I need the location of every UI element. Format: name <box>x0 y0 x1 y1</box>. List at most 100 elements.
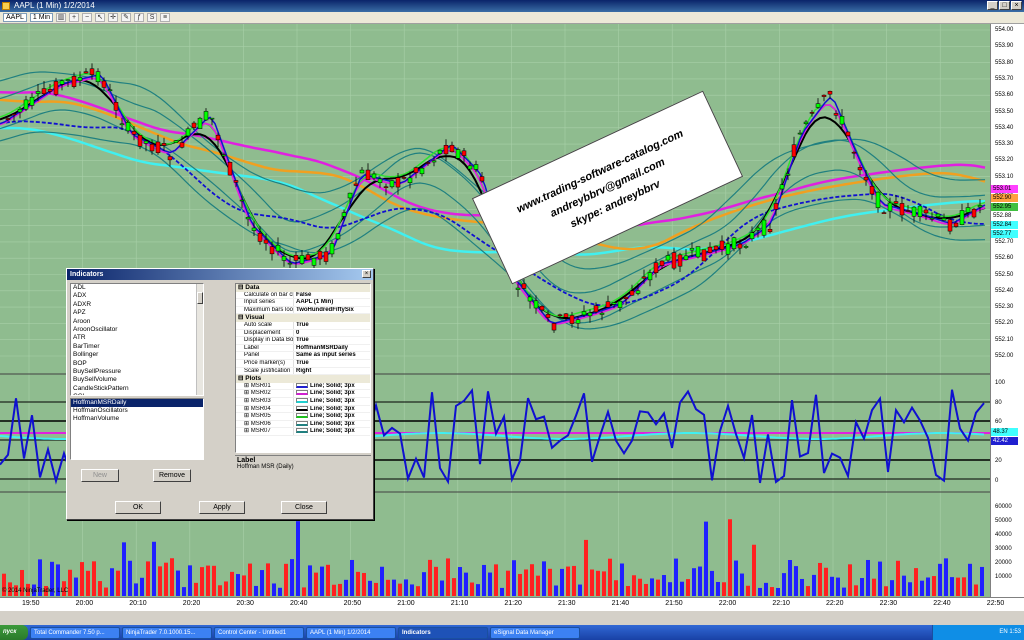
property-row[interactable]: ⊞ MSR07 Line; Solid; 3px <box>236 428 370 436</box>
property-value[interactable]: Line; Solid; 3px <box>294 397 370 405</box>
candle-body <box>941 218 947 221</box>
candle-body <box>977 205 983 208</box>
drawing-tools-icon[interactable]: ✎ <box>121 13 132 22</box>
maximize-button[interactable]: □ <box>999 1 1010 10</box>
available-indicators-list[interactable]: ADL ADX ADXR APZ Aroon AroonOscillator ATR BarT… <box>70 283 204 396</box>
volume-bar <box>692 568 696 596</box>
taskbar-button[interactable]: eSignal Data Manager <box>490 626 580 639</box>
zoom-in-icon[interactable]: + <box>69 13 80 22</box>
instrument-selector[interactable]: AAPL <box>3 13 27 22</box>
property-value[interactable]: Line; Solid; 3px <box>294 382 370 390</box>
property-row[interactable]: Input series AAPL (1 Min) <box>236 299 370 307</box>
indicators-icon[interactable]: ƒ <box>134 13 145 22</box>
configured-indicators-list[interactable]: HoffmanMSRDaily HoffmanOscillators Hoffman… <box>70 398 204 460</box>
indicator-list-item[interactable]: ADXR <box>71 301 203 309</box>
property-row[interactable]: ⊞ MSR06 Line; Solid; 3px <box>236 420 370 429</box>
crosshair-icon[interactable]: ✛ <box>108 13 119 22</box>
properties-grid[interactable]: ⊟ DataCalculate on bar closeFalseInput s… <box>235 283 371 453</box>
indicator-list-item[interactable]: BarTimer <box>71 343 203 351</box>
indicator-list-item[interactable]: CCI <box>71 393 203 395</box>
property-row[interactable]: Displacement 0 <box>236 329 370 338</box>
indicator-list-item[interactable]: Aroon <box>71 318 203 326</box>
price-tick-label: 552.30 <box>995 304 1014 311</box>
property-value[interactable]: Line; Solid; 3px <box>294 390 370 397</box>
property-row[interactable]: ⊞ MSR05 Line; Solid; 3px <box>236 413 370 421</box>
property-value[interactable]: Line; Solid; 3px <box>294 428 370 435</box>
volume-bar <box>392 579 396 596</box>
configured-indicator-item[interactable]: HoffmanMSRDaily <box>71 399 203 407</box>
property-row[interactable]: Panel Same as input series <box>236 352 370 360</box>
property-row[interactable]: Auto scale True <box>236 321 370 330</box>
taskbar-button[interactable]: Control Center - Untitled1 <box>214 626 304 639</box>
property-value[interactable]: Line; Solid; 3px <box>294 413 370 420</box>
property-row[interactable]: ⊞ MSR01 Line; Solid; 3px <box>236 382 370 391</box>
property-value[interactable]: Line; Solid; 3px <box>294 405 370 413</box>
indicator-list-item[interactable]: AroonOscillator <box>71 326 203 334</box>
configured-indicator-item[interactable]: HoffmanVolume <box>71 415 203 423</box>
remove-button[interactable]: Remove <box>153 469 191 482</box>
start-button[interactable]: пуск <box>0 625 28 640</box>
property-value[interactable]: 0 <box>294 330 370 337</box>
indicator-list-item[interactable]: BOP <box>71 360 203 368</box>
indicator-list-item[interactable]: ADL <box>71 284 203 292</box>
property-row[interactable]: Maximum bars look baTwoHundredFiftySix <box>236 306 370 315</box>
list-scrollbar[interactable] <box>196 284 203 395</box>
property-value[interactable]: True <box>294 360 370 367</box>
indicator-list-item[interactable]: Bollinger <box>71 351 203 359</box>
taskbar-button[interactable]: Total Commander 7.50 p... <box>30 626 120 639</box>
new-button[interactable]: New <box>81 469 119 482</box>
property-value[interactable]: Line; Solid; 3px <box>294 420 370 428</box>
apply-button[interactable]: Apply <box>199 501 245 514</box>
volume-bar <box>968 563 972 596</box>
property-row[interactable]: Price marker(s) True <box>236 359 370 368</box>
property-row[interactable]: Calculate on bar closeFalse <box>236 291 370 300</box>
minimize-button[interactable]: _ <box>987 1 998 10</box>
indicator-list-item[interactable]: ATR <box>71 334 203 342</box>
strategies-icon[interactable]: S <box>147 13 158 22</box>
taskbar-button[interactable]: Indicators <box>398 626 488 639</box>
oscillator-tick-label: 60 <box>995 419 1002 425</box>
property-value[interactable]: AAPL (1 Min) <box>294 299 370 306</box>
taskbar-button[interactable]: NinjaTrader 7.0.1000.15... <box>122 626 212 639</box>
property-row[interactable]: Scale justification Right <box>236 367 370 376</box>
close-button[interactable]: Close <box>281 501 327 514</box>
property-row[interactable]: Display in Data Box True <box>236 337 370 345</box>
candle-body <box>455 149 461 159</box>
volume-bar <box>482 564 486 596</box>
property-value[interactable]: False <box>294 292 370 299</box>
volume-bar <box>722 582 726 596</box>
property-category[interactable]: ⊟ Data <box>236 284 370 292</box>
interval-selector[interactable]: 1 Min <box>29 13 54 22</box>
property-row[interactable]: ⊞ MSR03 Line; Solid; 3px <box>236 397 370 406</box>
property-row[interactable]: ⊞ MSR04 Line; Solid; 3px <box>236 405 370 414</box>
candle-body <box>791 144 797 157</box>
volume-bar <box>152 541 156 596</box>
plot-color-swatch-icon <box>296 397 308 403</box>
property-row[interactable]: Label HoffmanMSRDaily <box>236 344 370 353</box>
property-row[interactable]: ⊞ MSR02 Line; Solid; 3px <box>236 390 370 398</box>
property-value[interactable]: HoffmanMSRDaily <box>294 345 370 352</box>
property-value[interactable]: Right <box>294 368 370 375</box>
configured-indicator-item[interactable]: HoffmanOscillators <box>71 407 203 415</box>
candle-body <box>401 176 407 179</box>
cursor-icon[interactable]: ↖ <box>95 13 106 22</box>
zoom-out-icon[interactable]: − <box>82 13 93 22</box>
close-window-button[interactable]: × <box>1011 1 1022 10</box>
list-scrollbar-thumb[interactable] <box>197 292 203 304</box>
dialog-close-icon[interactable]: × <box>362 270 371 278</box>
indicator-list-item[interactable]: CandleStickPattern <box>71 385 203 393</box>
properties-icon[interactable]: ≡ <box>160 13 171 22</box>
indicator-list-item[interactable]: ADX <box>71 292 203 300</box>
property-category[interactable]: ⊟ Plots <box>236 375 370 383</box>
indicator-list-item[interactable]: BuySellVolume <box>71 376 203 384</box>
ok-button[interactable]: OK <box>115 501 161 514</box>
taskbar-button[interactable]: AAPL (1 Min) 1/2/2014 <box>306 626 396 639</box>
property-category[interactable]: ⊟ Visual <box>236 314 370 322</box>
property-value[interactable]: True <box>294 322 370 329</box>
property-value[interactable]: TwoHundredFiftySix <box>294 307 370 314</box>
indicator-list-item[interactable]: BuySellPressure <box>71 368 203 376</box>
bar-type-icon[interactable]: ▥ <box>56 13 67 22</box>
indicator-list-item[interactable]: APZ <box>71 309 203 317</box>
property-value[interactable]: Same as input series <box>294 352 370 359</box>
property-value[interactable]: True <box>294 337 370 344</box>
